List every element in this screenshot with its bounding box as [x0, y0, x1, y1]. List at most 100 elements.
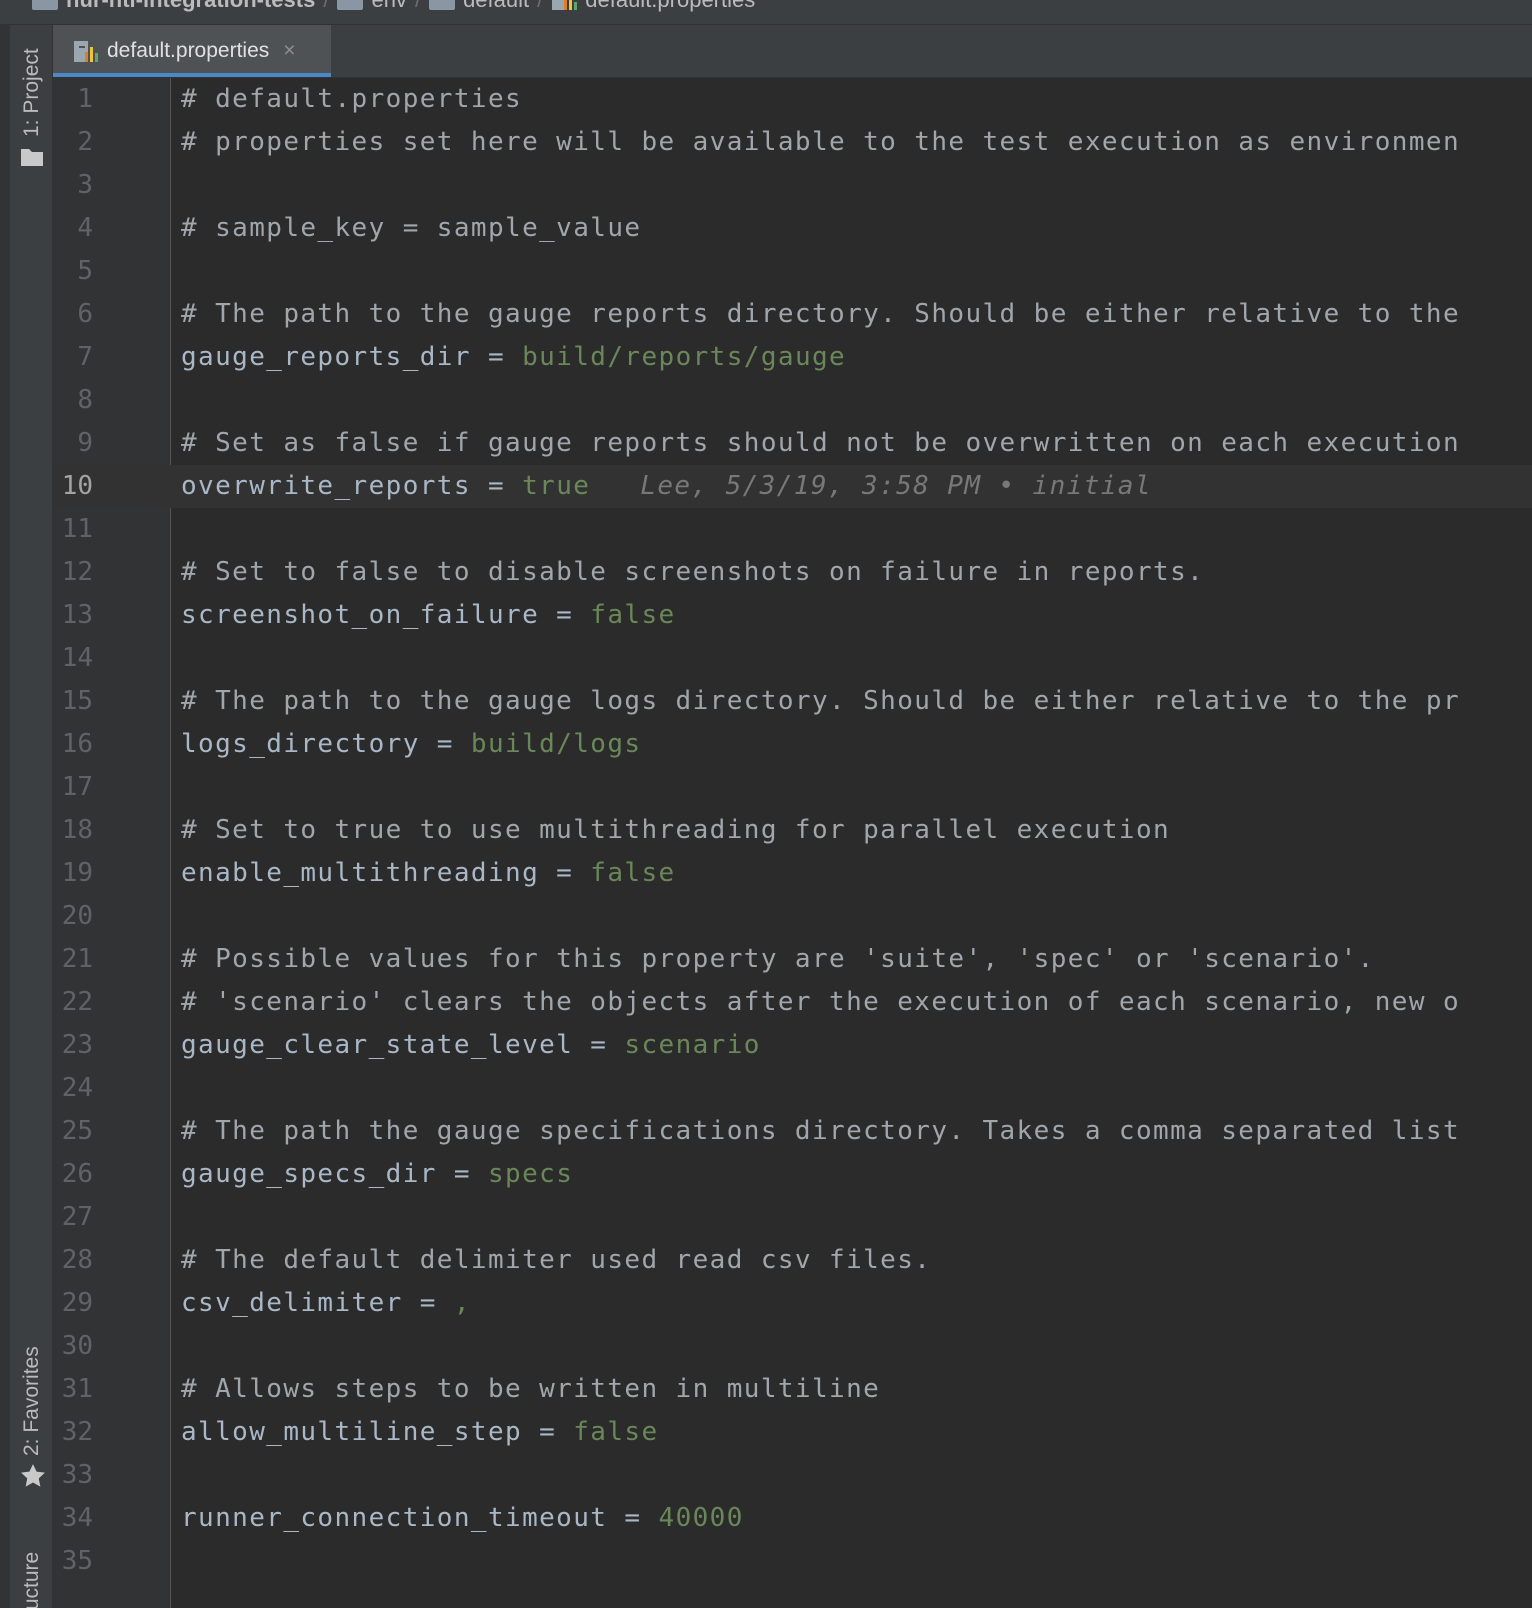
code-line[interactable]: 33: [53, 1454, 1532, 1497]
property-key: csv_delimiter: [181, 1288, 403, 1318]
code-line[interactable]: 24: [53, 1067, 1532, 1110]
comment-text: # Set to true to use multithreading for …: [181, 815, 1171, 845]
tab-default-properties[interactable]: default.properties ×: [53, 25, 331, 77]
code-line[interactable]: 23 gauge_clear_state_level = scenario: [53, 1024, 1532, 1067]
code-text: # Set as false if gauge reports should n…: [181, 422, 1460, 465]
property-value: false: [590, 600, 676, 630]
code-line[interactable]: 6 # The path to the gauge reports directo…: [53, 293, 1532, 336]
code-text: # Allows steps to be written in multilin…: [181, 1368, 880, 1411]
code-line[interactable]: 16 logs_directory = build/logs: [53, 723, 1532, 766]
line-number: 14: [61, 643, 93, 673]
git-blame-annotation: Lee, 5/3/19, 3:58 PM • initial: [640, 471, 1152, 501]
code-text: # Set to true to use multithreading for …: [181, 809, 1170, 852]
navigation-bar: nur-htl-integration-tests / env / defaul…: [0, 0, 1532, 25]
code-text: allow_multiline_step = false: [181, 1411, 659, 1454]
property-key: screenshot_on_failure: [181, 600, 540, 630]
code-editor[interactable]: 1 # default.properties 2 # properties set h…: [53, 78, 1532, 1608]
star-icon: [21, 1464, 45, 1487]
code-line[interactable]: 12 # Set to false to disable screenshots …: [53, 551, 1532, 594]
code-line[interactable]: 35: [53, 1540, 1532, 1583]
code-text: # Possible values for this property are …: [181, 938, 1375, 981]
code-line[interactable]: 5: [53, 250, 1532, 293]
line-number: 18: [61, 815, 93, 845]
line-number: 32: [61, 1417, 93, 1447]
editor-tab-bar: default.properties ×: [53, 25, 1532, 78]
code-line[interactable]: 34 runner_connection_timeout = 40000: [53, 1497, 1532, 1540]
code-line[interactable]: 7 gauge_reports_dir = build/reports/gauge: [53, 336, 1532, 379]
line-number: 8: [77, 385, 93, 415]
breadcrumb-item-default[interactable]: default: [429, 0, 529, 13]
assignment-operator: =: [470, 471, 523, 501]
property-key: allow_multiline_step: [181, 1417, 523, 1447]
assignment-operator: =: [470, 342, 523, 372]
code-text: screenshot_on_failure = false: [181, 594, 676, 637]
close-icon[interactable]: ×: [283, 39, 295, 63]
code-line[interactable]: 17: [53, 766, 1532, 809]
code-line[interactable]: 25 # The path the gauge specifications di…: [53, 1110, 1532, 1153]
property-value: 40000: [658, 1503, 744, 1533]
property-key: gauge_clear_state_level: [181, 1030, 574, 1060]
assignment-operator: =: [522, 1417, 574, 1447]
code-line[interactable]: 26 gauge_specs_dir = specs: [53, 1153, 1532, 1196]
comment-text: # 'scenario' clears the objects after th…: [181, 987, 1460, 1017]
property-value: build/reports/gauge: [522, 342, 847, 372]
code-line[interactable]: 18 # Set to true to use multithreading fo…: [53, 809, 1532, 852]
code-text: runner_connection_timeout = 40000: [181, 1497, 744, 1540]
code-text: # properties set here will be available …: [181, 121, 1460, 164]
assignment-operator: =: [402, 1288, 454, 1318]
line-number: 10: [61, 471, 93, 501]
code-line[interactable]: 29 csv_delimiter = ,: [53, 1282, 1532, 1325]
code-line[interactable]: 1 # default.properties: [53, 78, 1532, 121]
code-text: # The path to the gauge reports director…: [181, 293, 1460, 336]
breadcrumb-item-file[interactable]: default.properties: [551, 0, 755, 13]
comment-text: # default.properties: [181, 84, 523, 114]
code-text: # The path the gauge specifications dire…: [181, 1110, 1460, 1153]
folder-icon: [337, 0, 364, 10]
property-value: ,: [453, 1288, 471, 1318]
comment-text: # The default delimiter used read csv fi…: [181, 1245, 932, 1275]
property-value: specs: [487, 1159, 574, 1189]
line-number: 19: [61, 858, 93, 888]
code-line[interactable]: 22 # 'scenario' clears the objects after …: [53, 981, 1532, 1024]
code-line[interactable]: 4 # sample_key = sample_value: [53, 207, 1532, 250]
code-text: # The default delimiter used read csv fi…: [181, 1239, 931, 1282]
code-line[interactable]: 27: [53, 1196, 1532, 1239]
project-tool-button[interactable]: 1: Project: [20, 48, 44, 137]
comment-text: # The path to the gauge logs directory. …: [181, 686, 1460, 716]
code-line[interactable]: 32 allow_multiline_step = false: [53, 1411, 1532, 1454]
code-line[interactable]: 20: [53, 895, 1532, 938]
assignment-operator: =: [436, 1159, 488, 1189]
code-text: enable_multithreading = false: [181, 852, 676, 895]
line-number: 35: [61, 1546, 93, 1576]
structure-tool-button[interactable]: Structure: [20, 1552, 44, 1608]
code-line[interactable]: 10 overwrite_reports = true Lee, 5/3/19, 3…: [53, 465, 1532, 508]
code-line[interactable]: 15 # The path to the gauge logs directory…: [53, 680, 1532, 723]
code-line[interactable]: 28 # The default delimiter used read csv …: [53, 1239, 1532, 1282]
line-number: 5: [77, 256, 93, 286]
folder-icon: [21, 149, 43, 166]
breadcrumb-separator: /: [537, 0, 543, 13]
favorites-tool-button[interactable]: 2: Favorites: [20, 1346, 44, 1456]
line-number: 3: [77, 170, 93, 200]
code-line[interactable]: 30: [53, 1325, 1532, 1368]
code-line[interactable]: 31 # Allows steps to be written in multil…: [53, 1368, 1532, 1411]
line-number: 31: [61, 1374, 93, 1404]
code-line[interactable]: 19 enable_multithreading = false: [53, 852, 1532, 895]
code-line[interactable]: 2 # properties set here will be available…: [53, 121, 1532, 164]
breadcrumb-item-project[interactable]: nur-htl-integration-tests: [32, 0, 315, 13]
code-line[interactable]: 9 # Set as false if gauge reports should …: [53, 422, 1532, 465]
line-number: 11: [61, 514, 93, 544]
code-line[interactable]: 21 # Possible values for this property ar…: [53, 938, 1532, 981]
line-number: 27: [61, 1202, 93, 1232]
code-line[interactable]: 14: [53, 637, 1532, 680]
line-number: 2: [77, 127, 93, 157]
breadcrumb-item-env[interactable]: env: [337, 0, 407, 13]
code-text: gauge_specs_dir = specs: [181, 1153, 573, 1196]
code-line[interactable]: 3: [53, 164, 1532, 207]
line-number: 15: [61, 686, 93, 716]
properties-file-icon: [74, 41, 98, 62]
code-line[interactable]: 11: [53, 508, 1532, 551]
comment-text: # Set to false to disable screenshots on…: [181, 557, 1205, 587]
code-line[interactable]: 8: [53, 379, 1532, 422]
code-line[interactable]: 13 screenshot_on_failure = false: [53, 594, 1532, 637]
